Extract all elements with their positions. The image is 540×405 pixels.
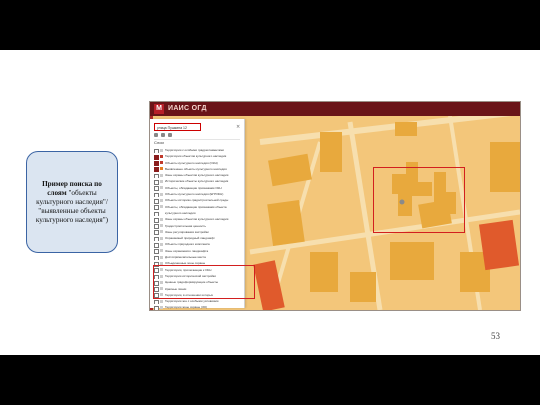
callout-line1: Пример поиска по xyxy=(42,179,102,188)
layer-checkbox[interactable] xyxy=(154,306,159,310)
layer-swatch-icon xyxy=(160,243,163,247)
layer-swatch-icon xyxy=(160,224,163,228)
layer-item[interactable]: Территории зоны охраны (ЗО) xyxy=(154,304,242,310)
layer-swatch-icon xyxy=(160,186,163,190)
measure-tool-icon[interactable] xyxy=(161,133,165,137)
layer-swatch-icon xyxy=(160,180,163,184)
search-input[interactable]: улица Пушкина 12 xyxy=(154,123,201,131)
layer-highlight-box xyxy=(153,265,255,299)
layers-header: Слои xyxy=(154,140,164,145)
layer-swatch-icon xyxy=(160,230,163,234)
close-icon[interactable]: × xyxy=(236,124,240,130)
callout-line2: слоям xyxy=(47,188,67,197)
app-title: ИАИС ОГД xyxy=(168,105,207,112)
layer-swatch-icon xyxy=(160,173,163,177)
layers-tool-icon[interactable] xyxy=(154,133,158,137)
layer-swatch-icon xyxy=(160,236,163,240)
page-number: 53 xyxy=(491,331,500,341)
callout-line3: культурного наследия"/ xyxy=(36,197,108,206)
layer-swatch-icon xyxy=(160,167,163,171)
layer-label: Территории зоны охраны (ЗО) xyxy=(165,305,208,310)
layer-swatch-icon xyxy=(160,154,163,158)
map-screenshot: М ИАИС ОГД улица Пушкина 12 × Слои Терри… xyxy=(149,101,521,311)
layer-swatch-icon xyxy=(160,299,163,303)
layer-swatch-icon xyxy=(160,192,163,196)
callout-line4: "выявленные объекты xyxy=(38,206,106,215)
layer-swatch-icon xyxy=(160,306,163,310)
layer-swatch-icon xyxy=(160,148,163,152)
slide: Пример поиска по слоям "объекты культурн… xyxy=(0,50,540,355)
app-header: М ИАИС ОГД xyxy=(150,102,520,116)
layer-swatch-icon xyxy=(160,211,163,215)
print-tool-icon[interactable] xyxy=(168,133,172,137)
panel-toolbar xyxy=(154,133,240,140)
layer-swatch-icon xyxy=(160,217,163,221)
callout-quote1: "объекты xyxy=(66,188,97,197)
moscow-logo-icon: М xyxy=(154,104,164,114)
layer-swatch-icon xyxy=(160,161,163,165)
callout-line5: культурного наследия") xyxy=(35,215,109,224)
callout-text: Пример поиска по слоям "объекты культурн… xyxy=(32,180,112,225)
callout-box: Пример поиска по слоям "объекты культурн… xyxy=(26,151,118,253)
layer-swatch-icon xyxy=(160,255,163,259)
layer-swatch-icon xyxy=(160,198,163,202)
layer-swatch-icon xyxy=(160,205,163,209)
map-highlight-box xyxy=(373,167,465,233)
layers-panel: улица Пушкина 12 × Слои Территории с осо… xyxy=(150,119,255,310)
layer-swatch-icon xyxy=(160,249,163,253)
